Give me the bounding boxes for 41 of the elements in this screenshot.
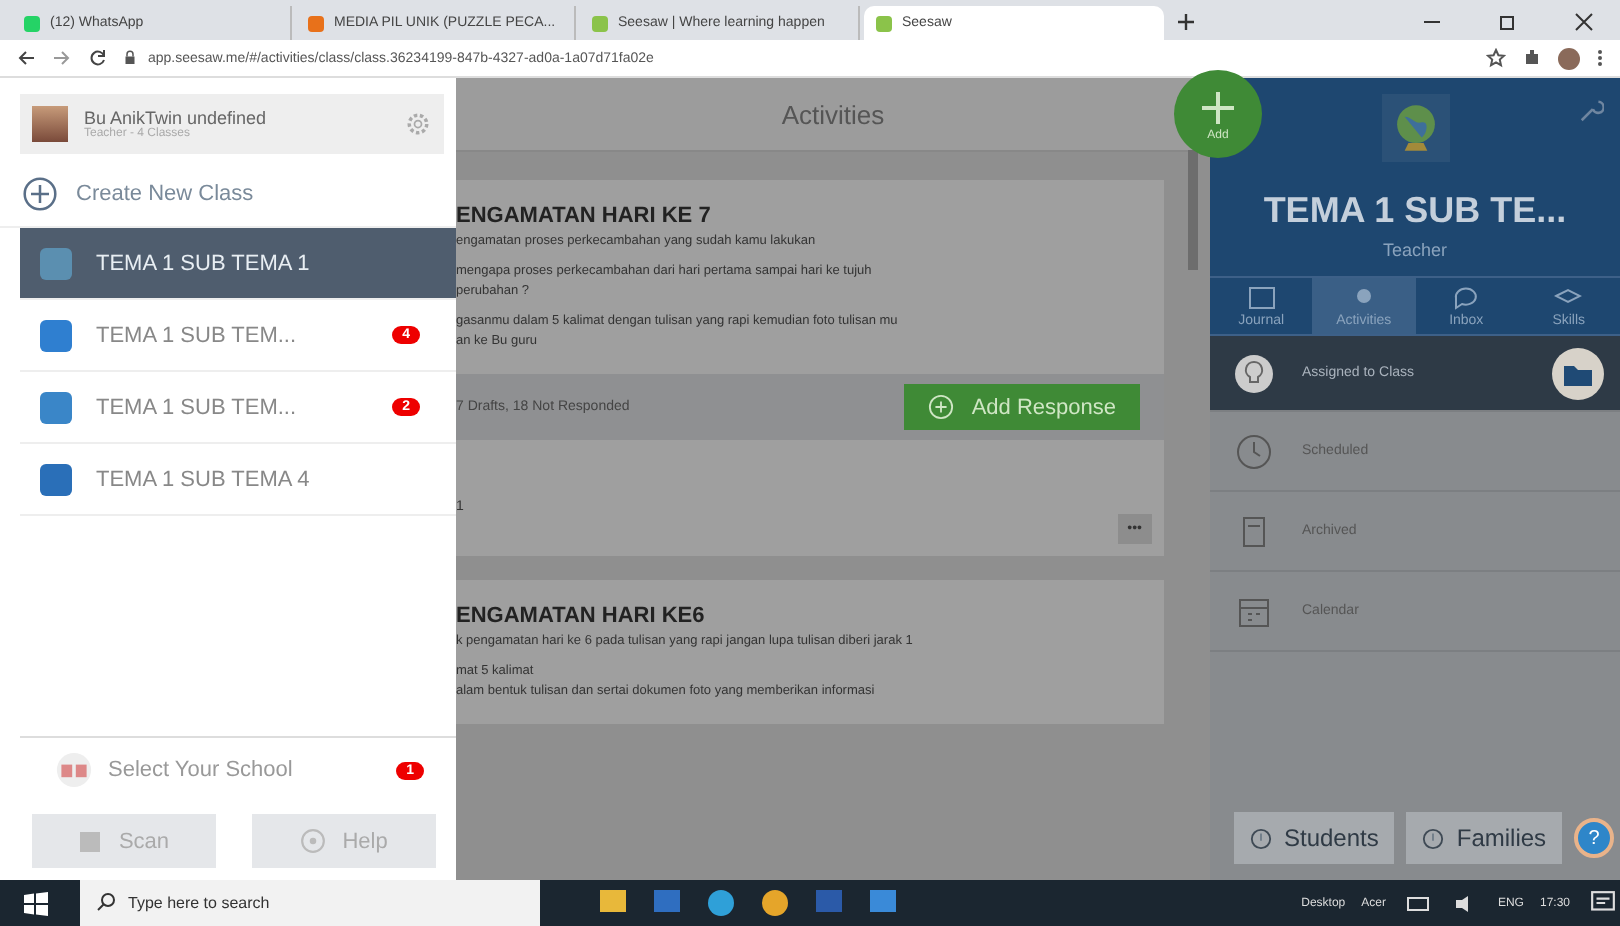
- school-icon: [56, 752, 92, 788]
- clock-icon: [1234, 431, 1274, 471]
- notifications-icon[interactable]: [1590, 890, 1616, 916]
- search-icon: [96, 892, 116, 912]
- class-item[interactable]: TEMA 1 SUB TEMA 4: [20, 444, 456, 516]
- activity-title: ENGAMATAN HARI KE 7: [456, 204, 713, 228]
- close-icon[interactable]: [1574, 12, 1594, 32]
- globe-logo: [1381, 94, 1449, 162]
- forward-icon[interactable]: [52, 48, 72, 68]
- class-role: Teacher: [1382, 240, 1448, 260]
- windows-start-icon[interactable]: [24, 891, 48, 915]
- families-button[interactable]: Families: [1406, 812, 1563, 864]
- class-item[interactable]: TEMA 1 SUB TEMA 1: [20, 228, 456, 300]
- add-circle-icon: [927, 394, 954, 420]
- activity-title: ENGAMATAN HARI KE6: [456, 604, 707, 628]
- book-icon: [1247, 286, 1276, 310]
- info-icon: [1250, 827, 1272, 849]
- star-icon[interactable]: [1486, 48, 1506, 68]
- students-button[interactable]: Students: [1234, 812, 1395, 864]
- user-name: Bu AnikTwin undefined: [84, 108, 269, 128]
- back-icon[interactable]: [16, 48, 36, 68]
- lock-icon: [124, 50, 136, 66]
- help-bubble-button[interactable]: ?: [1574, 818, 1615, 858]
- new-tab-icon[interactable]: [1176, 12, 1196, 32]
- restore-icon[interactable]: [1498, 12, 1518, 32]
- chat-bubble-icon: [1452, 286, 1481, 310]
- menu-icon[interactable]: [1596, 48, 1604, 68]
- plus-icon: [1198, 87, 1238, 127]
- add-circle-icon: [22, 176, 58, 212]
- user-avatar: [32, 106, 68, 142]
- class-title: TEMA 1 SUB TE...: [1263, 190, 1567, 232]
- reload-icon[interactable]: [88, 48, 108, 68]
- network-icon[interactable]: [1405, 893, 1430, 913]
- add-response-button[interactable]: Add Response: [903, 384, 1140, 430]
- extensions-icon[interactable]: [1522, 48, 1542, 68]
- page-title: Activities: [781, 99, 885, 129]
- profile-avatar[interactable]: [1558, 47, 1580, 69]
- folder-icon[interactable]: [1552, 347, 1604, 399]
- taskbar-search-field[interactable]: Type here to search: [80, 880, 540, 926]
- info-icon: [1422, 827, 1445, 849]
- scrollbar[interactable]: [1188, 150, 1198, 270]
